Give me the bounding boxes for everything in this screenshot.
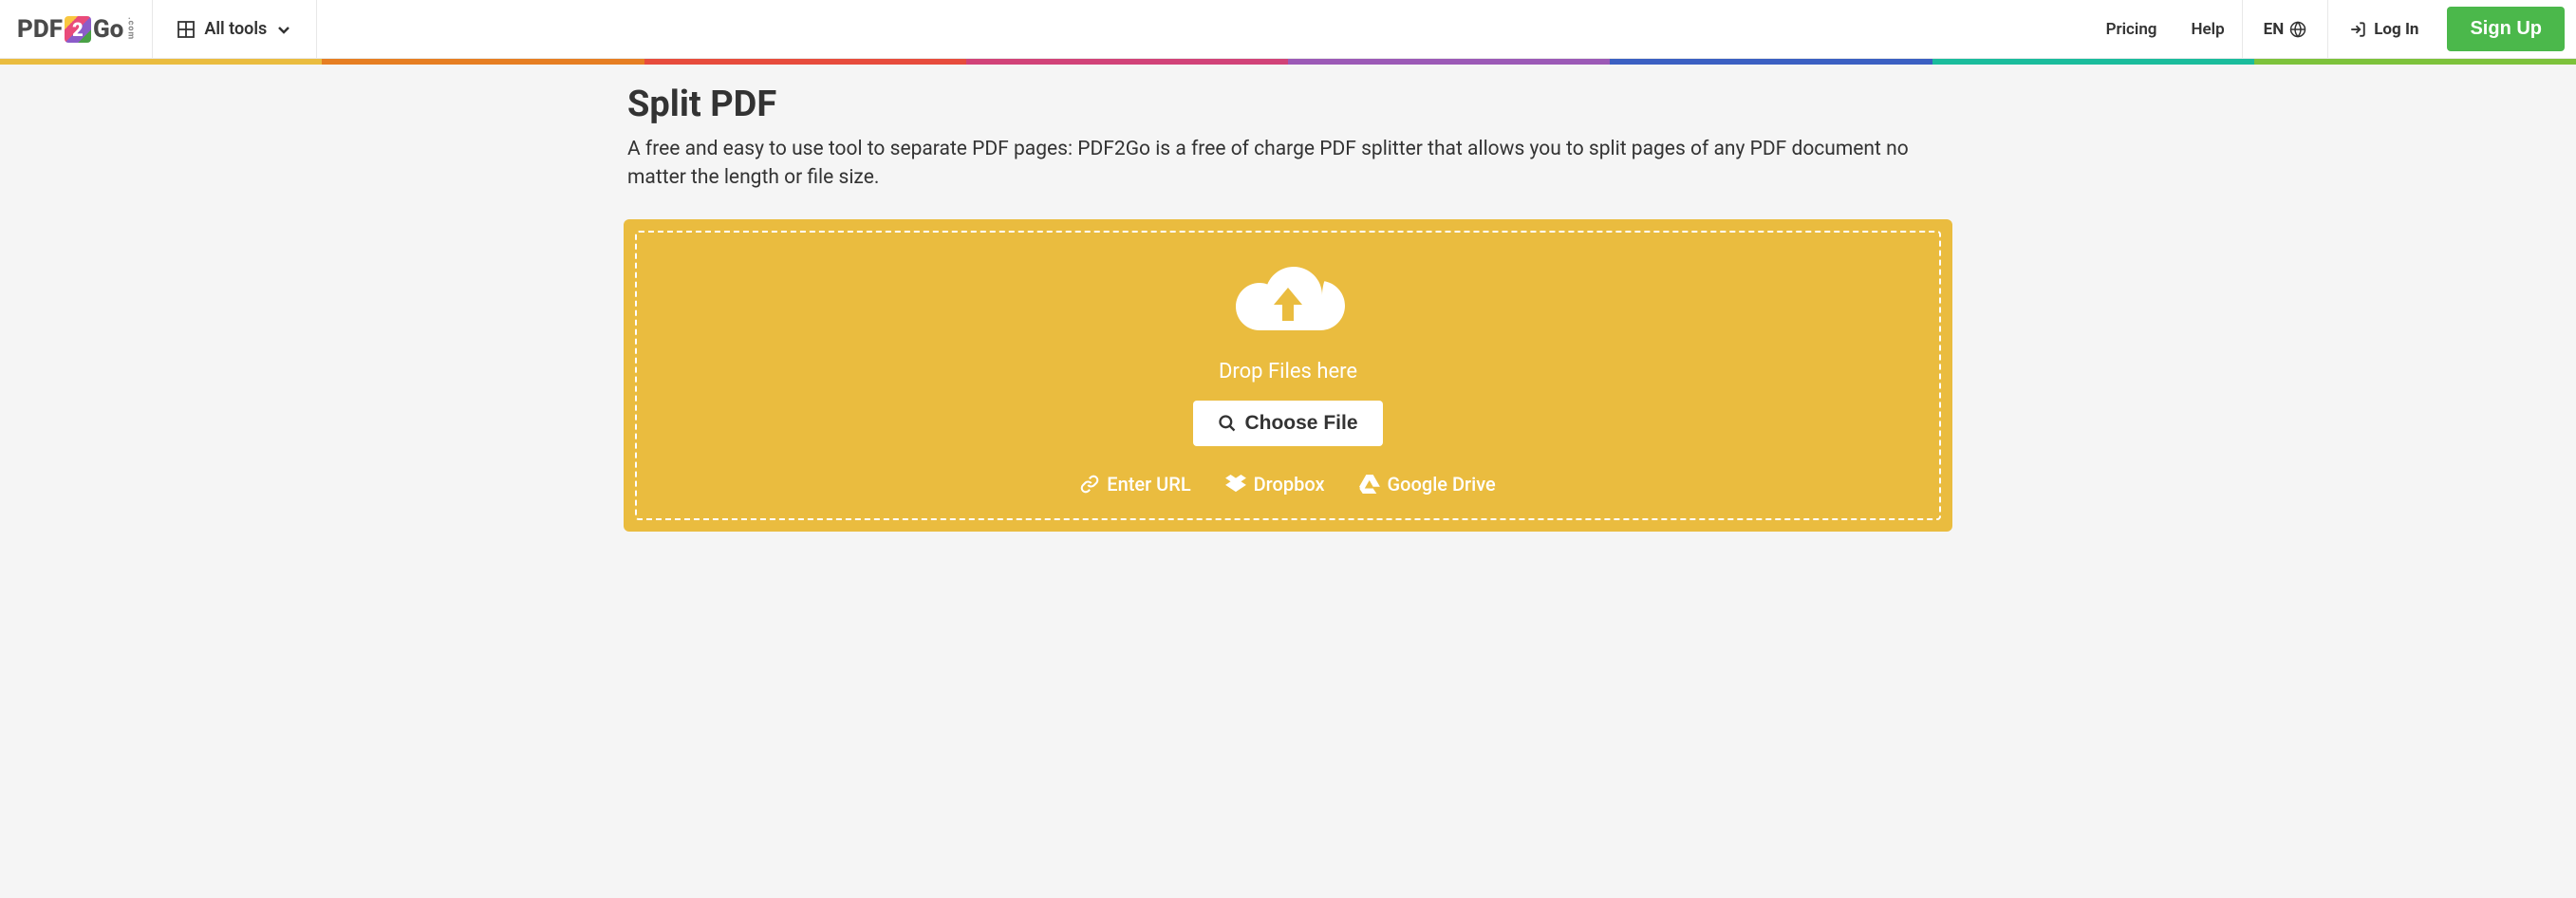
google-drive-option[interactable]: Google Drive (1359, 473, 1496, 496)
page-description: A free and easy to use tool to separate … (624, 135, 1952, 193)
all-tools-label: All tools (204, 19, 267, 39)
choose-file-button[interactable]: Choose File (1193, 401, 1382, 446)
login-label: Log In (2374, 20, 2418, 39)
enter-url-label: Enter URL (1107, 473, 1190, 496)
enter-url-option[interactable]: Enter URL (1080, 473, 1190, 496)
logo-text-go: Go (93, 15, 123, 44)
signup-button[interactable]: Sign Up (2447, 7, 2565, 51)
search-icon (1218, 414, 1237, 433)
chevron-down-icon (276, 22, 291, 37)
drop-text: Drop Files here (656, 360, 1920, 384)
logo[interactable]: PDF Go .com (0, 0, 153, 58)
logo-text-com: .com (125, 17, 135, 40)
language-label: EN (2264, 20, 2285, 39)
link-icon (1080, 475, 1099, 494)
logo-text-pdf: PDF (17, 15, 63, 44)
dropbox-icon (1225, 475, 1246, 494)
cloud-upload-icon (1231, 259, 1345, 346)
page-title: Split PDF (624, 84, 1952, 125)
google-drive-label: Google Drive (1388, 473, 1496, 496)
login-icon (2349, 21, 2366, 38)
google-drive-icon (1359, 475, 1380, 494)
logo-icon (65, 16, 91, 43)
choose-file-label: Choose File (1244, 412, 1357, 435)
file-dropzone[interactable]: Drop Files here Choose File Enter URL (624, 219, 1952, 532)
pricing-link[interactable]: Pricing (2089, 20, 2175, 39)
main-content: Split PDF A free and easy to use tool to… (624, 65, 1952, 551)
language-selector[interactable]: EN (2242, 0, 2329, 58)
help-link[interactable]: Help (2174, 20, 2241, 39)
globe-icon (2289, 21, 2306, 38)
grid-icon (177, 21, 195, 38)
rainbow-bar (0, 59, 2576, 65)
dropbox-option[interactable]: Dropbox (1225, 473, 1325, 496)
header: PDF Go .com All tools Pricing Help EN Lo (0, 0, 2576, 59)
all-tools-menu[interactable]: All tools (153, 0, 317, 58)
login-link[interactable]: Log In (2328, 20, 2439, 39)
dropbox-label: Dropbox (1254, 473, 1325, 496)
upload-options: Enter URL Dropbox Google Drive (656, 473, 1920, 496)
